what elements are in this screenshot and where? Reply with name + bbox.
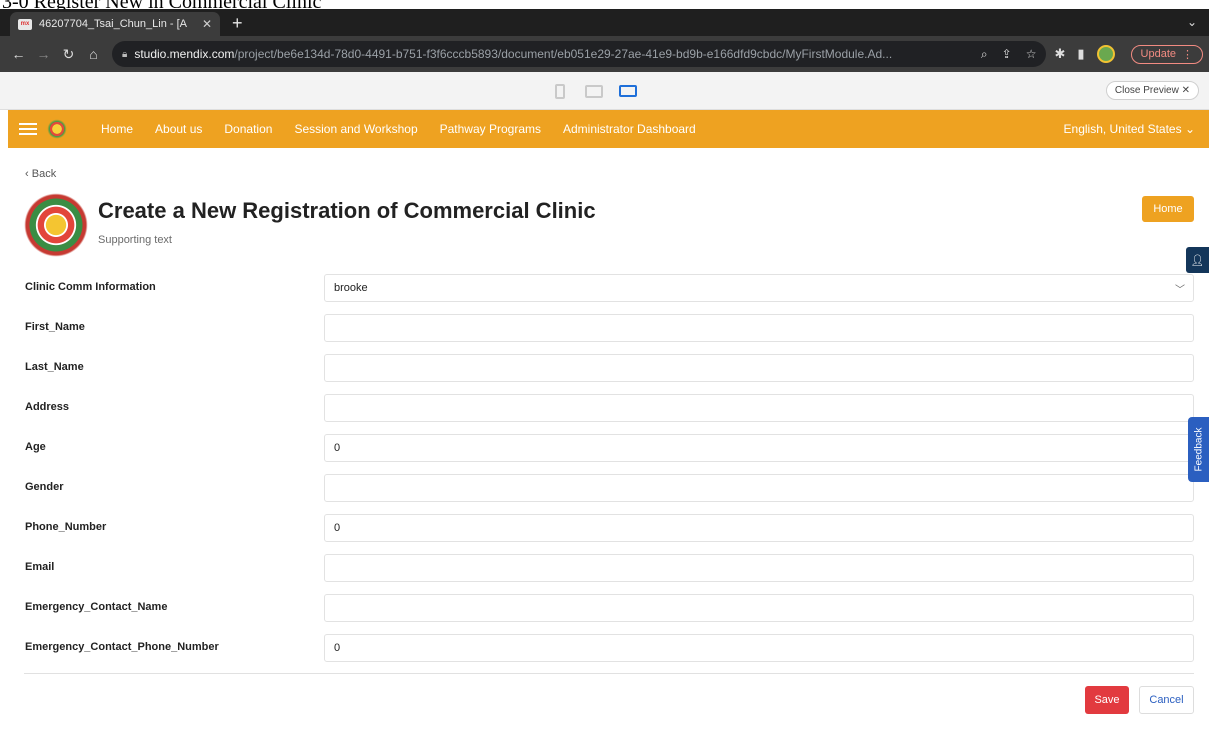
desktop-device-icon[interactable] — [617, 80, 639, 102]
field-label: Phone_Number — [25, 521, 107, 533]
reload-icon[interactable]: ↻ — [56, 46, 81, 63]
last-name-input[interactable] — [324, 354, 1194, 382]
share-icon[interactable]: ⇪ — [1002, 47, 1012, 62]
home-button[interactable]: Home — [1142, 196, 1194, 222]
nav-about-us[interactable]: About us — [155, 122, 202, 136]
form-row: Clinic Comm Information brooke ﹀ — [8, 274, 1209, 302]
phone-device-icon[interactable] — [549, 80, 571, 102]
field-label: Email — [25, 561, 55, 573]
form-row: Last_Name — [8, 354, 1209, 382]
save-button[interactable]: Save — [1085, 686, 1129, 714]
form-row: Gender — [8, 474, 1209, 502]
email-input[interactable] — [324, 554, 1194, 582]
form-row: Age 0 — [8, 434, 1209, 462]
supporting-text: Supporting text — [98, 234, 172, 246]
browser-tab[interactable]: mx 46207704_Tsai_Chun_Lin - [A ✕ — [10, 12, 220, 36]
new-tab-icon[interactable]: + — [232, 13, 243, 34]
more-menu-icon: ⋮ — [1182, 48, 1193, 61]
form-divider — [24, 673, 1194, 674]
tab-title: 46207704_Tsai_Chun_Lin - [A — [39, 18, 188, 30]
form-row: Emergency_Contact_Name — [8, 594, 1209, 622]
close-preview-button[interactable]: Close Preview ✕ — [1105, 81, 1199, 100]
lock-icon: 🔒︎ — [122, 48, 128, 60]
form-row: Email — [8, 554, 1209, 582]
form-row: Emergency_Contact_Phone_Number 0 — [8, 634, 1209, 662]
chevron-down-icon: ﹀ — [1175, 285, 1185, 296]
field-label: Address — [25, 401, 70, 413]
form-row: Address — [8, 394, 1209, 422]
age-input[interactable]: 0 — [324, 434, 1194, 462]
home-icon[interactable]: ⌂ — [81, 46, 106, 62]
cancel-button[interactable]: Cancel — [1139, 686, 1194, 714]
tab-search-chevron-icon[interactable]: ⌄ — [1187, 15, 1197, 29]
feedback-tab[interactable]: Feedback — [1188, 417, 1209, 482]
address-input[interactable] — [324, 394, 1194, 422]
side-panel-icon[interactable]: ▮ — [1077, 46, 1084, 62]
page-title: Create a New Registration of Commercial … — [98, 198, 596, 223]
field-label: Emergency_Contact_Name — [25, 601, 168, 613]
main-nav: Home About us Donation Session and Works… — [101, 122, 718, 136]
field-label: First_Name — [25, 321, 85, 333]
field-label: Clinic Comm Information — [25, 281, 156, 293]
nav-home[interactable]: Home — [101, 122, 133, 136]
nav-session-workshop[interactable]: Session and Workshop — [294, 122, 417, 136]
language-selector[interactable]: English, United States ⌄ — [1064, 122, 1195, 136]
tablet-device-icon[interactable] — [583, 80, 605, 102]
field-label: Last_Name — [25, 361, 84, 373]
zoom-icon[interactable]: ⌕ — [981, 47, 988, 62]
address-bar[interactable]: 🔒︎ studio.mendix.com/project/be6e134d-78… — [112, 41, 1047, 67]
form-row: First_Name — [8, 314, 1209, 342]
gender-input[interactable] — [324, 474, 1194, 502]
field-label: Gender — [25, 481, 64, 493]
close-icon: ✕ — [1181, 85, 1190, 96]
back-link[interactable]: ‹ Back — [25, 168, 56, 180]
browser-tab-strip: mx 46207704_Tsai_Chun_Lin - [A ✕ + ⌄ — [0, 9, 1209, 36]
nav-donation[interactable]: Donation — [224, 122, 272, 136]
close-tab-icon[interactable]: ✕ — [202, 17, 212, 31]
clinic-logo-large — [24, 193, 88, 257]
clinic-logo[interactable] — [46, 118, 68, 140]
chevron-left-icon: ‹ — [25, 168, 29, 180]
url-host: studio.mendix.com — [134, 47, 235, 61]
mendix-favicon-icon: mx — [18, 18, 32, 30]
bookmark-star-icon[interactable]: ☆ — [1026, 47, 1037, 62]
page-content: ‹ Back Create a New Registration of Comm… — [8, 148, 1209, 751]
phone-number-input[interactable]: 0 — [324, 514, 1194, 542]
hamburger-menu-icon[interactable] — [19, 123, 37, 135]
first-name-input[interactable] — [324, 314, 1194, 342]
browser-toolbar: ← → ↻ ⌂ 🔒︎ studio.mendix.com/project/be6… — [0, 36, 1209, 72]
app-header: Home About us Donation Session and Works… — [8, 110, 1209, 148]
field-label: Age — [25, 441, 46, 453]
url-path: /project/be6e134d-78d0-4491-b751-f3f6ccc… — [234, 47, 893, 61]
form-row: Phone_Number 0 — [8, 514, 1209, 542]
field-label: Emergency_Contact_Phone_Number — [25, 641, 219, 653]
device-switcher — [549, 80, 639, 102]
emergency-contact-name-input[interactable] — [324, 594, 1194, 622]
emergency-contact-phone-input[interactable]: 0 — [324, 634, 1194, 662]
nav-pathway-programs[interactable]: Pathway Programs — [440, 122, 541, 136]
user-profile-icon[interactable]: 👤︎ — [1186, 247, 1209, 273]
back-arrow-icon[interactable]: ← — [6, 46, 31, 62]
preview-toolbar: Close Preview ✕ — [0, 72, 1209, 110]
clinic-comm-select[interactable]: brooke ﹀ — [324, 274, 1194, 302]
chevron-down-icon: ⌄ — [1184, 122, 1195, 136]
nav-admin-dashboard[interactable]: Administrator Dashboard — [563, 122, 696, 136]
forward-arrow-icon[interactable]: → — [31, 46, 56, 62]
update-button[interactable]: Update ⋮ — [1130, 44, 1203, 64]
profile-avatar[interactable] — [1096, 45, 1115, 63]
extensions-puzzle-icon[interactable]: ✱ — [1054, 46, 1065, 62]
